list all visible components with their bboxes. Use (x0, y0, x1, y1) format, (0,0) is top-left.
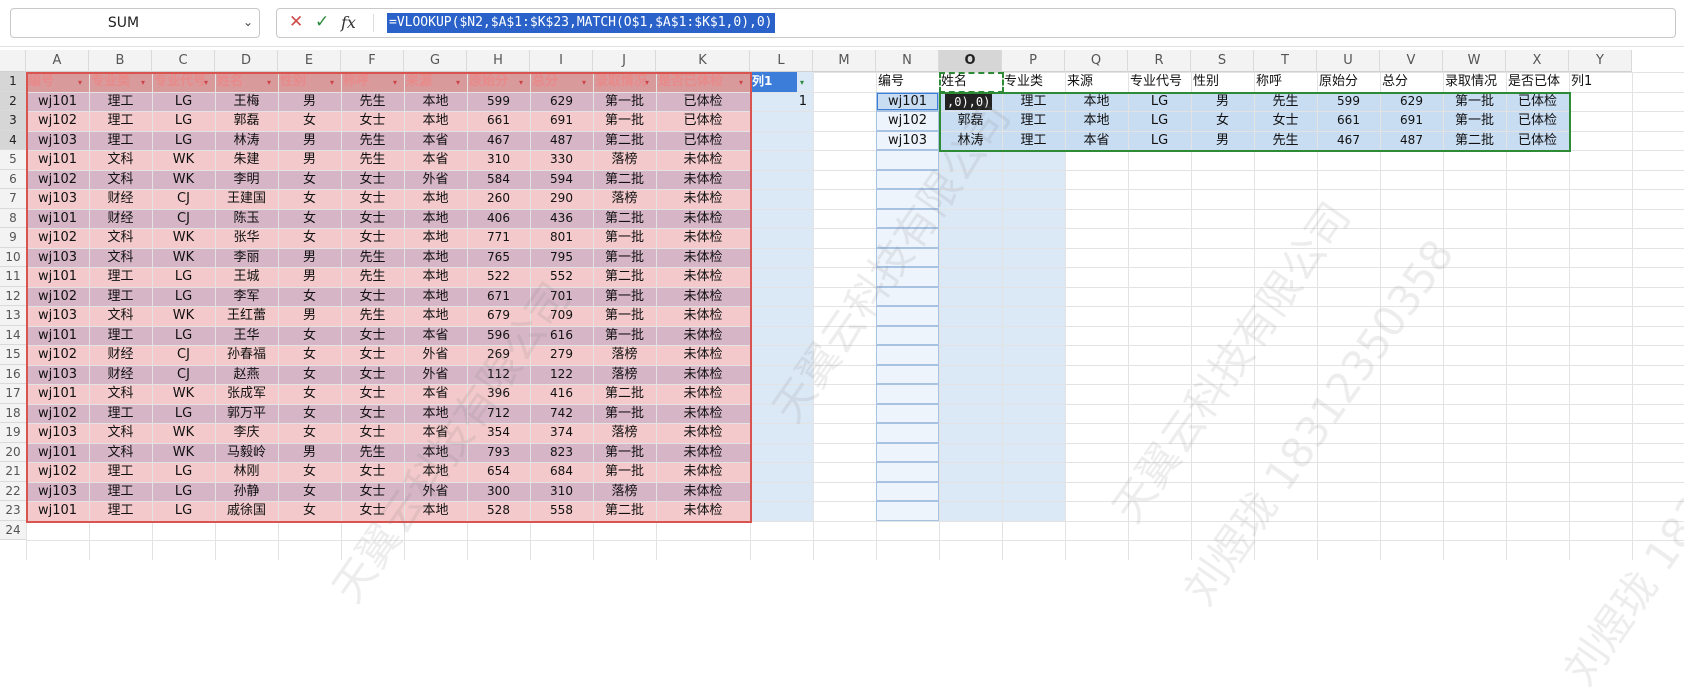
row-header-22[interactable]: 22 (0, 481, 26, 501)
row-header-8[interactable]: 8 (0, 208, 26, 228)
lookup-header-12[interactable]: 列1 (1571, 72, 1632, 92)
row-header-9[interactable]: 9 (0, 228, 26, 248)
n-col-cell[interactable] (876, 462, 939, 482)
row-header-2[interactable]: 2 (0, 91, 26, 111)
row-header-20[interactable]: 20 (0, 442, 26, 462)
column-header-H[interactable]: H (467, 50, 530, 72)
grid-line-v (1632, 72, 1633, 560)
col-L-header[interactable]: 列1 (750, 72, 799, 92)
n-col-cell[interactable] (876, 403, 939, 423)
column-header-D[interactable]: D (215, 50, 278, 72)
n-col-cell[interactable] (876, 481, 939, 501)
row-header-23[interactable]: 23 (0, 501, 26, 521)
column-header-F[interactable]: F (341, 50, 404, 72)
n-col-cell[interactable] (876, 384, 939, 404)
row-header-24[interactable]: 24 (0, 520, 26, 540)
row-header-3[interactable]: 3 (0, 111, 26, 131)
row-header-1[interactable]: 1 (0, 72, 26, 92)
row-header-15[interactable]: 15 (0, 345, 26, 365)
lookup-header-4[interactable]: 来源 (1067, 72, 1128, 92)
row-header-18[interactable]: 18 (0, 403, 26, 423)
column-header-M[interactable]: M (813, 50, 876, 72)
name-box-value: SUM (107, 15, 140, 31)
n-col-cell[interactable] (876, 345, 939, 365)
row-header-5[interactable]: 5 (0, 150, 26, 170)
column-header-B[interactable]: B (89, 50, 152, 72)
lookup-header-3[interactable]: 专业类 (1004, 72, 1065, 92)
lookup-header-6[interactable]: 性别 (1193, 72, 1254, 92)
formula-text[interactable]: =VLOOKUP($N2,$A$1:$K$23,MATCH(O$1,$A$1:$… (387, 13, 775, 33)
row-header-17[interactable]: 17 (0, 384, 26, 404)
row-header-6[interactable]: 6 (0, 169, 26, 189)
column-header-A[interactable]: A (26, 50, 89, 72)
column-header-S[interactable]: S (1191, 50, 1254, 72)
grid-line-h (26, 540, 1684, 541)
close-icon[interactable]: ✕ (289, 12, 303, 32)
column-header-J[interactable]: J (593, 50, 656, 72)
lookup-header-7[interactable]: 称呼 (1256, 72, 1317, 92)
row-header-7[interactable]: 7 (0, 189, 26, 209)
lookup-cell-N2[interactable]: wj101 (876, 92, 939, 112)
row-header-14[interactable]: 14 (0, 325, 26, 345)
lookup-header-11[interactable]: 是否已体 (1508, 72, 1569, 92)
column-header-X[interactable]: X (1506, 50, 1569, 72)
chevron-down-icon[interactable]: ⌄ (243, 15, 253, 29)
column-header-N[interactable]: N (876, 50, 939, 72)
filter-dropdown-icon[interactable]: ▾ (800, 78, 809, 87)
column-header-V[interactable]: V (1380, 50, 1443, 72)
formula-input-area[interactable]: ✕ ✓ fx =VLOOKUP($N2,$A$1:$K$23,MATCH(O$1… (276, 8, 1676, 38)
column-header-W[interactable]: W (1443, 50, 1506, 72)
n-col-cell[interactable] (876, 364, 939, 384)
row-header-10[interactable]: 10 (0, 247, 26, 267)
column-header-T[interactable]: T (1254, 50, 1317, 72)
lookup-header-10[interactable]: 录取情况 (1445, 72, 1506, 92)
column-header-C[interactable]: C (152, 50, 215, 72)
formula-bar: SUM ⌄ ✕ ✓ fx =VLOOKUP($N2,$A$1:$K$23,MAT… (0, 0, 1684, 47)
row-header-16[interactable]: 16 (0, 364, 26, 384)
name-box[interactable]: SUM ⌄ (10, 8, 260, 38)
lookup-header-8[interactable]: 原始分 (1319, 72, 1380, 92)
column-header-G[interactable]: G (404, 50, 467, 72)
column-header-P[interactable]: P (1002, 50, 1065, 72)
column-header-U[interactable]: U (1317, 50, 1380, 72)
column-header-R[interactable]: R (1128, 50, 1191, 72)
n-col-cell[interactable] (876, 442, 939, 462)
range-outline-O1-X4 (939, 91, 1571, 152)
row-header-13[interactable]: 13 (0, 306, 26, 326)
range-outline-A1-K23 (26, 72, 752, 523)
column-header-O[interactable]: O (939, 50, 1002, 72)
row-header-19[interactable]: 19 (0, 423, 26, 443)
column-header-I[interactable]: I (530, 50, 593, 72)
lookup-header-1[interactable]: 编号 (878, 72, 939, 92)
row-header-12[interactable]: 12 (0, 286, 26, 306)
row-header-11[interactable]: 11 (0, 267, 26, 287)
lookup-header-9[interactable]: 总分 (1382, 72, 1443, 92)
column-header-K[interactable]: K (656, 50, 750, 72)
column-header-Q[interactable]: Q (1065, 50, 1128, 72)
spreadsheet-grid[interactable]: A B C D E F G H I J K L M N O P Q R S T U V W X Y 1 2 3 4 5 6 7 8 9 10 11 12… (0, 50, 1684, 694)
row-header-4[interactable]: 4 (0, 130, 26, 150)
n-col-cell[interactable] (876, 325, 939, 345)
col-L-value[interactable]: 1 (750, 92, 807, 112)
column-header-E[interactable]: E (278, 50, 341, 72)
n-col-cell[interactable] (876, 423, 939, 443)
lookup-header-5[interactable]: 专业代号 (1130, 72, 1191, 92)
divider (373, 14, 374, 32)
column-header-Y[interactable]: Y (1569, 50, 1632, 72)
n-col-cell[interactable] (876, 111, 939, 131)
column-header-L[interactable]: L (750, 50, 813, 72)
fx-icon[interactable]: fx (341, 13, 356, 32)
row-header-21[interactable]: 21 (0, 462, 26, 482)
select-all-corner[interactable] (0, 50, 26, 72)
check-icon[interactable]: ✓ (315, 12, 329, 32)
n-col-cell[interactable] (876, 501, 939, 521)
